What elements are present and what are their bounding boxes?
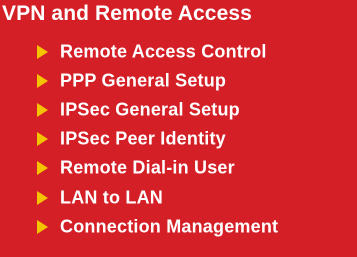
menu-item-ppp-general-setup[interactable]: PPP General Setup bbox=[0, 66, 357, 95]
menu-item-ipsec-general-setup[interactable]: IPSec General Setup bbox=[0, 95, 357, 124]
triangle-right-icon bbox=[37, 161, 48, 176]
menu-item-connection-management[interactable]: Connection Management bbox=[0, 212, 357, 241]
menu-item-lan-to-lan[interactable]: LAN to LAN bbox=[0, 183, 357, 212]
menu-title: VPN and Remote Access bbox=[2, 2, 252, 25]
vpn-remote-access-menu: VPN and Remote Access Remote Access Cont… bbox=[0, 0, 357, 257]
triangle-right-icon bbox=[37, 73, 48, 88]
menu-item-label: IPSec Peer Identity bbox=[60, 128, 226, 149]
menu-item-label: Connection Management bbox=[60, 216, 279, 237]
menu-item-ipsec-peer-identity[interactable]: IPSec Peer Identity bbox=[0, 125, 357, 154]
menu-item-remote-access-control[interactable]: Remote Access Control bbox=[0, 37, 357, 66]
menu-item-list: Remote Access Control PPP General Setup … bbox=[0, 37, 357, 241]
menu-item-label: IPSec General Setup bbox=[60, 99, 240, 120]
triangle-right-icon bbox=[37, 102, 48, 117]
triangle-right-icon bbox=[37, 44, 48, 59]
triangle-right-icon bbox=[37, 219, 48, 234]
menu-item-label: Remote Access Control bbox=[60, 41, 267, 62]
triangle-right-icon bbox=[37, 190, 48, 205]
menu-item-label: LAN to LAN bbox=[60, 187, 163, 208]
menu-item-remote-dial-in-user[interactable]: Remote Dial-in User bbox=[0, 154, 357, 183]
menu-item-label: PPP General Setup bbox=[60, 70, 227, 91]
triangle-right-icon bbox=[37, 132, 48, 147]
menu-item-label: Remote Dial-in User bbox=[60, 157, 235, 178]
